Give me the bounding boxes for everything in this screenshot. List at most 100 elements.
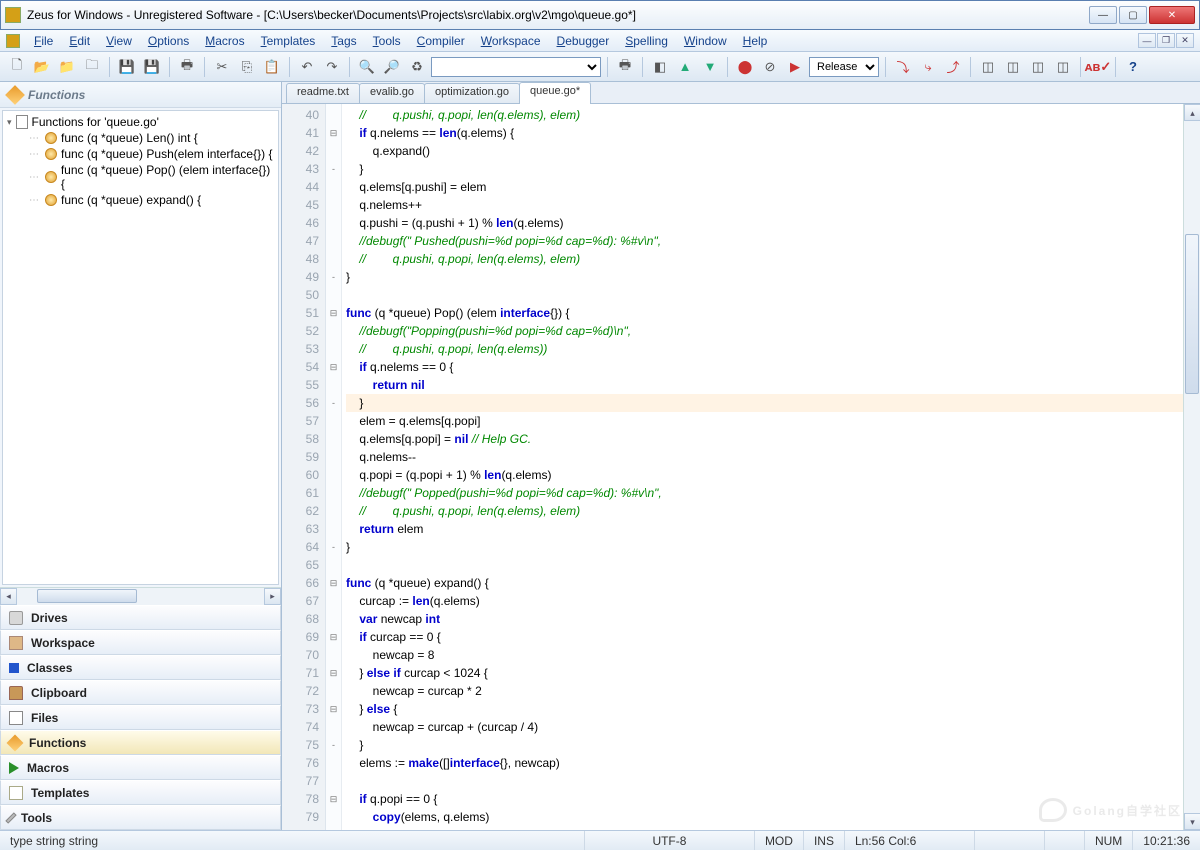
fold-marker[interactable]: ⊟ bbox=[326, 664, 341, 682]
code-line[interactable]: if curcap == 0 { bbox=[346, 628, 1183, 646]
close-button[interactable]: ✕ bbox=[1149, 6, 1195, 24]
panel-clipboard[interactable]: Clipboard bbox=[0, 680, 281, 705]
panel-workspace[interactable]: Workspace bbox=[0, 630, 281, 655]
menu-workspace[interactable]: Workspace bbox=[473, 32, 549, 50]
tool-c-button[interactable]: ◫ bbox=[1027, 56, 1049, 78]
code-line[interactable]: if q.popi == 0 { bbox=[346, 790, 1183, 808]
menu-view[interactable]: View bbox=[98, 32, 140, 50]
fold-marker[interactable] bbox=[326, 232, 341, 250]
fold-marker[interactable] bbox=[326, 808, 341, 826]
code-line[interactable]: func (q *queue) expand() { bbox=[346, 574, 1183, 592]
mdi-restore-button[interactable]: ❐ bbox=[1157, 33, 1175, 48]
tree-function-item[interactable]: func (q *queue) expand() { bbox=[7, 193, 274, 207]
tab-queuego[interactable]: queue.go* bbox=[519, 82, 591, 104]
tree-function-item[interactable]: func (q *queue) Len() int { bbox=[7, 131, 274, 145]
tool-b-button[interactable]: ◫ bbox=[1002, 56, 1024, 78]
tool-d-button[interactable]: ◫ bbox=[1052, 56, 1074, 78]
menu-spelling[interactable]: Spelling bbox=[617, 32, 676, 50]
maximize-button[interactable]: ▢ bbox=[1119, 6, 1147, 24]
code-line[interactable]: q.pushi = (q.pushi + 1) % len(q.elems) bbox=[346, 214, 1183, 232]
fold-gutter[interactable]: ⊟--⊟⊟--⊟⊟⊟⊟-⊟ bbox=[326, 104, 342, 830]
scroll-track[interactable] bbox=[17, 588, 264, 605]
step-over-button[interactable]: ⤵ bbox=[892, 56, 914, 78]
fold-marker[interactable] bbox=[326, 430, 341, 448]
code-line[interactable]: newcap = curcap * 2 bbox=[346, 682, 1183, 700]
code-line[interactable]: newcap = curcap + (curcap / 4) bbox=[346, 718, 1183, 736]
copy-button[interactable]: ⎘ bbox=[236, 56, 258, 78]
code-line[interactable]: // q.pushi, q.popi, len(q.elems)) bbox=[346, 340, 1183, 358]
fold-marker[interactable]: - bbox=[326, 268, 341, 286]
fold-marker[interactable] bbox=[326, 682, 341, 700]
vscroll-thumb[interactable] bbox=[1185, 234, 1199, 394]
menu-window[interactable]: Window bbox=[676, 32, 735, 50]
fold-marker[interactable] bbox=[326, 376, 341, 394]
fold-marker[interactable] bbox=[326, 484, 341, 502]
panel-drives[interactable]: Drives bbox=[0, 605, 281, 630]
open-folder-button[interactable]: 📁 bbox=[56, 56, 78, 78]
panel-tools[interactable]: Tools bbox=[0, 805, 281, 830]
fold-marker[interactable] bbox=[326, 610, 341, 628]
fold-marker[interactable]: - bbox=[326, 538, 341, 556]
fold-marker[interactable] bbox=[326, 754, 341, 772]
code-line[interactable]: } bbox=[346, 160, 1183, 178]
code-line[interactable]: copy(elems, q.elems) bbox=[346, 808, 1183, 826]
code-line[interactable]: } else { bbox=[346, 700, 1183, 718]
fold-marker[interactable] bbox=[326, 106, 341, 124]
fold-marker[interactable] bbox=[326, 412, 341, 430]
tree-function-item[interactable]: func (q *queue) Push(elem interface{}) { bbox=[7, 147, 274, 161]
nav-down-button[interactable]: ▼ bbox=[699, 56, 721, 78]
print-preview-button[interactable]: 🖶 bbox=[614, 56, 636, 78]
nav-up-button[interactable]: ▲ bbox=[674, 56, 696, 78]
code-line[interactable]: } bbox=[346, 736, 1183, 754]
code-line[interactable]: } else if curcap < 1024 { bbox=[346, 664, 1183, 682]
tab-readmetxt[interactable]: readme.txt bbox=[286, 83, 360, 103]
menu-tags[interactable]: Tags bbox=[323, 32, 364, 50]
fold-marker[interactable]: ⊟ bbox=[326, 628, 341, 646]
menu-templates[interactable]: Templates bbox=[253, 32, 324, 50]
fold-marker[interactable] bbox=[326, 196, 341, 214]
scroll-left-button[interactable]: ◂ bbox=[0, 588, 17, 605]
menu-debugger[interactable]: Debugger bbox=[549, 32, 618, 50]
fold-marker[interactable] bbox=[326, 448, 341, 466]
code-line[interactable] bbox=[346, 772, 1183, 790]
fold-marker[interactable] bbox=[326, 322, 341, 340]
menu-macros[interactable]: Macros bbox=[197, 32, 252, 50]
code-line[interactable]: q.nelems-- bbox=[346, 448, 1183, 466]
scroll-right-button[interactable]: ▸ bbox=[264, 588, 281, 605]
code-line[interactable]: } bbox=[346, 394, 1183, 412]
fold-marker[interactable]: ⊟ bbox=[326, 574, 341, 592]
tree-root[interactable]: Functions for 'queue.go' bbox=[7, 115, 274, 129]
menu-compiler[interactable]: Compiler bbox=[409, 32, 473, 50]
code-line[interactable]: //debugf(" Popped(pushi=%d popi=%d cap=%… bbox=[346, 484, 1183, 502]
panel-functions[interactable]: Functions bbox=[0, 730, 281, 755]
print-button[interactable]: 🖶 bbox=[176, 56, 198, 78]
undo-button[interactable]: ↶ bbox=[296, 56, 318, 78]
code-content[interactable]: // q.pushi, q.popi, len(q.elems), elem) … bbox=[342, 104, 1183, 830]
code-line[interactable]: elem = q.elems[q.popi] bbox=[346, 412, 1183, 430]
fold-marker[interactable] bbox=[326, 286, 341, 304]
scroll-down-button[interactable]: ▾ bbox=[1184, 813, 1200, 830]
fold-marker[interactable] bbox=[326, 142, 341, 160]
code-line[interactable]: return elem bbox=[346, 520, 1183, 538]
menu-file[interactable]: File bbox=[26, 32, 61, 50]
open-project-button[interactable]: 🗀 bbox=[81, 56, 103, 78]
paste-button[interactable]: 📋 bbox=[261, 56, 283, 78]
code-line[interactable]: q.expand() bbox=[346, 142, 1183, 160]
mdi-close-button[interactable]: ✕ bbox=[1176, 33, 1194, 48]
code-line[interactable]: curcap := len(q.elems) bbox=[346, 592, 1183, 610]
code-line[interactable]: return nil bbox=[346, 376, 1183, 394]
fold-marker[interactable] bbox=[326, 646, 341, 664]
panel-templates[interactable]: Templates bbox=[0, 780, 281, 805]
code-line[interactable]: if q.nelems == len(q.elems) { bbox=[346, 124, 1183, 142]
fold-marker[interactable]: ⊟ bbox=[326, 304, 341, 322]
clear-breakpoints-button[interactable]: ⊘ bbox=[759, 56, 781, 78]
check-button[interactable]: ᴀʙ✓ bbox=[1087, 56, 1109, 78]
fold-marker[interactable] bbox=[326, 520, 341, 538]
build-config-combo[interactable]: Release bbox=[809, 57, 879, 77]
code-line[interactable]: q.elems[q.popi] = nil // Help GC. bbox=[346, 430, 1183, 448]
code-line[interactable]: q.elems[q.pushi] = elem bbox=[346, 178, 1183, 196]
editor-vscrollbar[interactable]: ▴ ▾ bbox=[1183, 104, 1200, 830]
panel-files[interactable]: Files bbox=[0, 705, 281, 730]
fold-marker[interactable]: ⊟ bbox=[326, 790, 341, 808]
menu-help[interactable]: Help bbox=[735, 32, 776, 50]
